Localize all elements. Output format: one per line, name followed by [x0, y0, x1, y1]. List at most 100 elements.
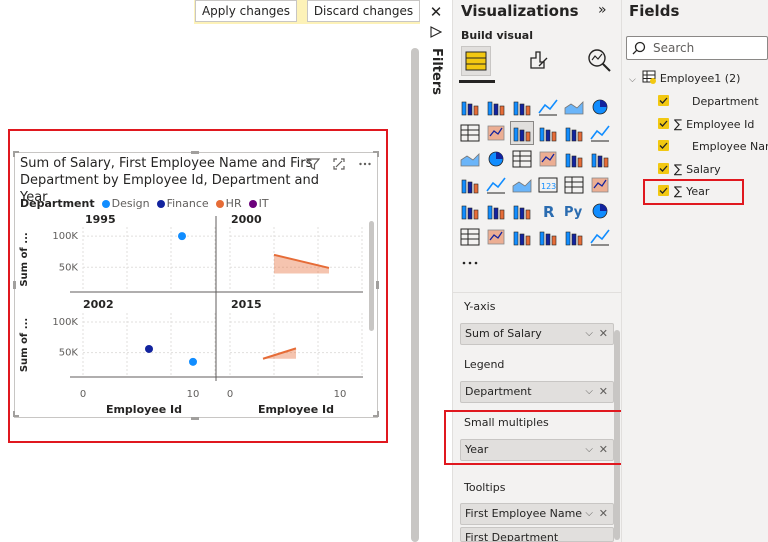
more-options-icon[interactable]	[357, 157, 373, 173]
smart-narrative-visual-icon[interactable]	[511, 226, 533, 248]
stacked-column-visual-icon[interactable]	[485, 96, 507, 118]
matrix-visual-icon[interactable]	[511, 200, 533, 222]
waterfall-visual-icon[interactable]	[459, 148, 481, 170]
visual-title-line1: Sum of Salary, First Employee Name and F…	[20, 156, 313, 171]
sigma-icon: ∑	[674, 117, 683, 131]
remove-field-icon: ✕	[598, 327, 608, 340]
more-visuals-visual-icon[interactable]	[459, 252, 481, 274]
data-point-design	[178, 232, 186, 241]
line-stacked-column-visual-icon[interactable]	[537, 122, 559, 144]
power-automate-visual-icon[interactable]	[589, 226, 611, 248]
y-axis-field-well[interactable]: Sum of Salary ⌵ ✕	[460, 323, 614, 345]
remove-field-icon: ✕	[598, 507, 608, 520]
gauge-visual-icon[interactable]	[511, 174, 533, 196]
100-column-visual-icon[interactable]	[589, 96, 611, 118]
python-visual-visual-icon[interactable]: Py	[563, 200, 585, 222]
visual-gallery: 123 R Py	[459, 96, 617, 276]
resize-handle-top[interactable]	[191, 151, 199, 154]
tooltips-label: Tooltips	[464, 481, 506, 494]
scatter-visual-icon[interactable]	[511, 148, 533, 170]
action-bar: Apply changes Discard changes	[0, 0, 420, 24]
discard-changes-button[interactable]: Discard changes	[307, 0, 420, 22]
small-multiples-highlight-box	[444, 410, 644, 465]
checkbox-checked-icon[interactable]	[658, 140, 669, 151]
x-tick-label: 10	[187, 389, 200, 400]
line-area-visual-icon[interactable]	[510, 121, 534, 145]
table-node-employee1[interactable]: ⌵ Employee1 (2)	[629, 69, 740, 89]
slicer-visual-icon[interactable]	[459, 200, 481, 222]
filled-map-visual-icon[interactable]	[485, 174, 507, 196]
filters-label[interactable]: Filters	[424, 30, 450, 100]
field-item-employee-nam[interactable]: Employee Nam	[658, 137, 768, 157]
multi-row-card-visual-icon[interactable]	[563, 174, 585, 196]
field-item-employee-id[interactable]: ∑ Employee Id	[658, 114, 754, 134]
100-bar-visual-icon[interactable]	[563, 96, 585, 118]
canvas-scrollbar[interactable]	[411, 48, 419, 542]
pie-visual-icon[interactable]	[537, 148, 559, 170]
clustered-bar-visual-icon[interactable]	[511, 96, 533, 118]
field-item-salary[interactable]: ∑ Salary	[658, 159, 721, 179]
close-icon[interactable]: ✕	[426, 2, 446, 22]
collapse-pane-icon[interactable]: »	[598, 2, 607, 18]
area-visual-icon[interactable]	[485, 122, 507, 144]
ribbon-visual-icon[interactable]	[589, 122, 611, 144]
treemap-visual-icon[interactable]	[589, 148, 611, 170]
x-tick-label: 0	[80, 389, 86, 400]
funnel-visual-icon[interactable]	[485, 148, 507, 170]
power-apps-visual-icon[interactable]	[563, 226, 585, 248]
filter-icon[interactable]	[305, 157, 321, 173]
legend-item-finance[interactable]: Finance	[156, 197, 209, 211]
card-visual-icon[interactable]: 123	[537, 174, 559, 196]
table-visual-icon[interactable]	[485, 200, 507, 222]
panel-title-2015: 2015	[231, 298, 262, 311]
chevron-down-icon: ⌵	[585, 508, 593, 519]
panel-title-2002: 2002	[83, 298, 114, 311]
x-tick-label: 0	[227, 389, 233, 400]
active-mode-indicator	[459, 80, 495, 83]
x-tick-label: 10	[334, 389, 347, 400]
legend-field-well[interactable]: Department ⌵ ✕	[460, 381, 614, 403]
resize-handle-top-left[interactable]	[13, 151, 19, 157]
qa-visual-icon[interactable]	[485, 226, 507, 248]
decomposition-tree-visual-icon[interactable]	[459, 226, 481, 248]
visual-scrollbar[interactable]	[369, 221, 374, 331]
legend-item-it[interactable]: IT	[248, 197, 269, 211]
paginated-report-visual-icon[interactable]	[537, 226, 559, 248]
line-clustered-column-visual-icon[interactable]	[563, 122, 585, 144]
format-visual-icon[interactable]	[523, 46, 553, 76]
key-influencers-visual-icon[interactable]	[589, 200, 611, 222]
line-visual-icon[interactable]	[459, 122, 481, 144]
resize-handle-bottom[interactable]	[191, 417, 199, 420]
kpi-visual-icon[interactable]	[589, 174, 611, 196]
stacked-bar-visual-icon[interactable]	[459, 96, 481, 118]
clustered-column-visual-icon[interactable]	[537, 96, 559, 118]
chevron-down-icon: ⌵	[629, 75, 636, 85]
legend-well-label: Legend	[464, 358, 505, 371]
donut-visual-icon[interactable]	[563, 148, 585, 170]
tooltips-field-well-1[interactable]: First Employee Name ⌵ ✕	[460, 503, 614, 525]
svg-text:R: R	[543, 203, 555, 221]
y-tick-label: 50K	[59, 262, 79, 273]
table-icon	[642, 70, 657, 84]
apply-changes-button[interactable]: Apply changes	[195, 0, 297, 22]
r-visual-visual-icon[interactable]: R	[537, 200, 559, 222]
visualizations-title: Visualizations	[461, 2, 579, 20]
legend-item-design[interactable]: Design	[101, 197, 150, 211]
analytics-icon[interactable]	[585, 46, 615, 76]
y-axis-title: Sum of ...	[19, 318, 30, 372]
focus-mode-icon[interactable]	[331, 157, 347, 173]
field-item-department[interactable]: Department	[658, 92, 759, 112]
legend-item-hr[interactable]: HR	[215, 197, 242, 211]
svg-text:123: 123	[541, 182, 556, 191]
y-tick-label: 100K	[52, 317, 78, 328]
build-visual-icon[interactable]	[461, 46, 491, 76]
checkbox-checked-icon[interactable]	[658, 118, 669, 129]
map-visual-icon[interactable]	[459, 174, 481, 196]
tooltips-field-well-2[interactable]: First Department	[460, 527, 614, 542]
small-multiples-visual[interactable]: Sum of Salary, First Employee Name and F…	[13, 151, 379, 420]
resize-handle-top-right[interactable]	[373, 151, 379, 157]
y-axis-label: Y-axis	[464, 300, 496, 313]
search-input[interactable]: Search	[626, 36, 768, 60]
checkbox-checked-icon[interactable]	[658, 163, 669, 174]
checkbox-checked-icon[interactable]	[658, 95, 669, 106]
